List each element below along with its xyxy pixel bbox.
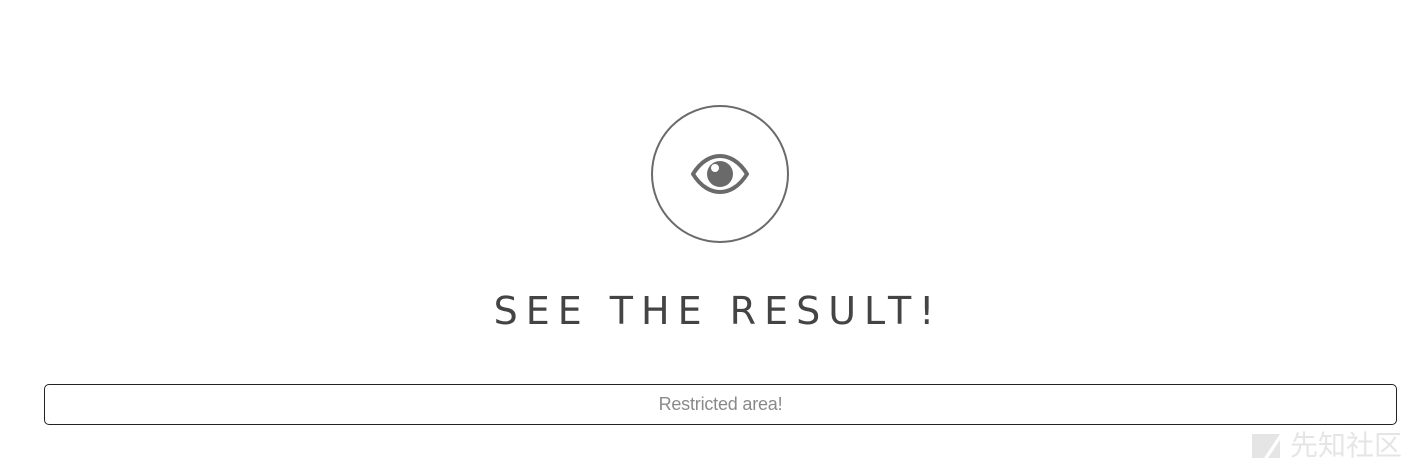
page-title: SEE THE RESULT!: [493, 289, 943, 333]
result-message: Restricted area!: [658, 394, 783, 414]
watermark-text: 先知社区: [1289, 429, 1402, 462]
eye-icon: [691, 154, 749, 194]
watermark: 先知社区: [1250, 430, 1402, 462]
result-box: Restricted area!: [44, 384, 1397, 425]
watermark-logo-icon: [1251, 434, 1280, 458]
eye-icon-circle: [651, 105, 789, 243]
